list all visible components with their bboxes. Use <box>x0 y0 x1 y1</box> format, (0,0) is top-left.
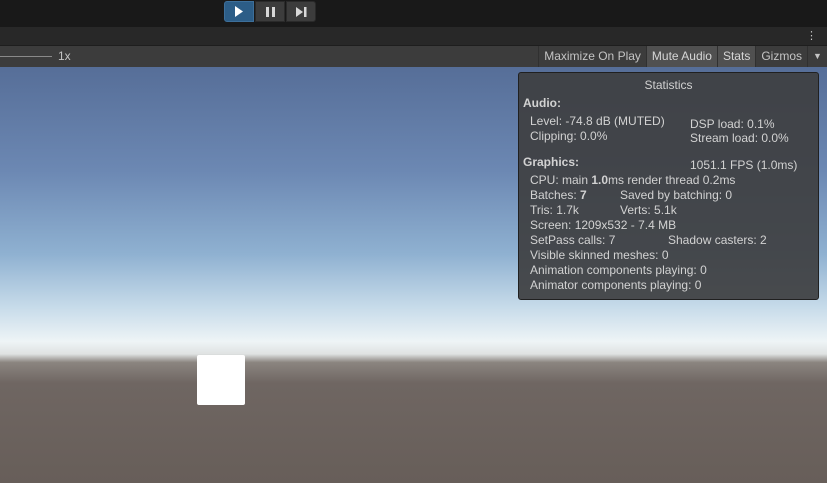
scale-slider[interactable] <box>0 56 52 57</box>
play-button[interactable] <box>224 1 254 22</box>
maximize-on-play-button[interactable]: Maximize On Play <box>538 46 646 67</box>
gizmos-button[interactable]: Gizmos <box>755 46 807 67</box>
stats-title: Statistics <box>644 78 693 92</box>
statistics-panel: Statistics Audio: Level: -74.8 dB (MUTED… <box>518 72 819 300</box>
game-view-toolbar: 1x Maximize On Play Mute Audio Stats Giz… <box>0 46 827 68</box>
cpu-line: CPU: main 1.0ms render thread 0.2ms <box>530 173 735 187</box>
batches-prefix: Batches: <box>530 188 581 202</box>
animator-components: Animator components playing: 0 <box>530 278 702 292</box>
play-controls <box>224 1 316 22</box>
toolbar-buttons: Maximize On Play Mute Audio Stats Gizmos… <box>538 46 827 67</box>
cpu-suffix: ms render thread 0.2ms <box>608 173 736 187</box>
batches-value: 7 <box>580 188 587 202</box>
audio-header: Audio: <box>523 96 561 110</box>
step-icon <box>295 6 306 17</box>
screen-info: Screen: 1209x532 - 7.4 MB <box>530 218 677 232</box>
gizmos-dropdown-icon[interactable]: ▼ <box>807 46 827 67</box>
cpu-main-value: 1.0 <box>591 173 609 187</box>
fps-value: 1051.1 FPS (1.0ms) <box>690 158 798 172</box>
animation-components: Animation components playing: 0 <box>530 263 707 277</box>
stats-button[interactable]: Stats <box>716 46 756 67</box>
pause-icon <box>265 6 275 17</box>
tris-count: Tris: 1.7k <box>530 203 579 217</box>
white-cube <box>197 355 245 405</box>
shadow-casters: Shadow casters: 2 <box>668 233 767 247</box>
graphics-header: Graphics: <box>523 155 580 169</box>
batches-line: Batches: 7 <box>530 188 587 202</box>
step-button[interactable] <box>286 1 316 22</box>
game-view-tab-bar: ⋮ <box>0 27 827 46</box>
cpu-prefix: CPU: main <box>530 173 592 187</box>
audio-level: Level: -74.8 dB (MUTED) <box>530 114 665 128</box>
scale-label: 1x <box>58 49 71 63</box>
visible-skinned-meshes: Visible skinned meshes: 0 <box>530 248 669 262</box>
saved-by-batching: Saved by batching: 0 <box>620 188 733 202</box>
more-options-icon[interactable]: ⋮ <box>806 29 817 43</box>
top-toolbar <box>0 0 827 27</box>
stream-load: Stream load: 0.0% <box>690 131 789 145</box>
play-icon <box>235 6 243 17</box>
setpass-calls: SetPass calls: 7 <box>530 233 616 247</box>
dsp-load: DSP load: 0.1% <box>690 117 775 131</box>
verts-count: Verts: 5.1k <box>620 203 677 217</box>
audio-clipping: Clipping: 0.0% <box>530 129 608 143</box>
pause-button[interactable] <box>255 1 285 22</box>
mute-audio-button[interactable]: Mute Audio <box>645 46 717 67</box>
